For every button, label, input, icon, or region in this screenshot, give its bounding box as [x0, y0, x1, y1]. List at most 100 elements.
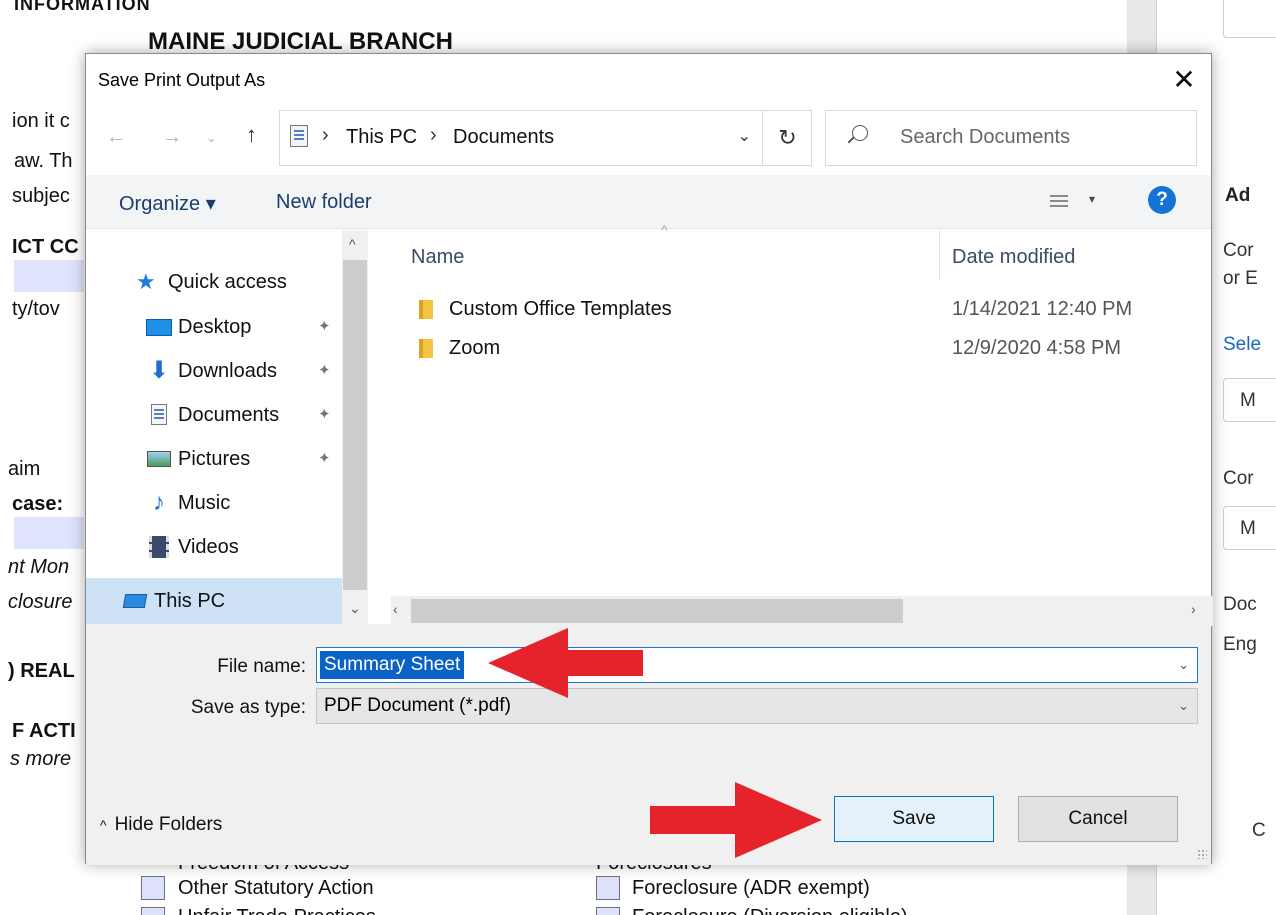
nav-item-downloads[interactable]: ⬇ Downloads — [146, 351, 277, 391]
bg-checkbox-label: Foreclosure (Diversion eligible) — [632, 906, 908, 915]
bg-checkbox[interactable] — [596, 907, 620, 915]
documents-icon — [290, 125, 308, 147]
bg-checkbox[interactable] — [141, 907, 165, 915]
nav-item-label: This PC — [154, 589, 226, 612]
up-arrow-icon[interactable]: ↑ — [246, 122, 257, 148]
search-icon — [852, 125, 868, 141]
nav-item-documents[interactable]: Documents — [146, 395, 279, 435]
bg-text-fragment: ion it c — [12, 110, 70, 132]
dialog-titlebar[interactable]: Save Print Output As ✕ — [86, 54, 1211, 106]
scroll-up-icon[interactable]: ^ — [349, 236, 356, 252]
nav-item-music[interactable]: ♪ Music — [146, 483, 230, 523]
file-row[interactable]: Custom Office Templates 1/14/2021 12:40 … — [391, 290, 1213, 330]
star-icon: ★ — [136, 269, 156, 294]
pin-icon[interactable]: ✦ — [318, 405, 331, 423]
hide-folders-label: Hide Folders — [114, 814, 223, 835]
scroll-right-icon[interactable]: › — [1191, 601, 1196, 617]
nav-item-label: Documents — [178, 403, 280, 426]
column-divider[interactable] — [939, 230, 940, 280]
cancel-button[interactable]: Cancel — [1018, 796, 1178, 842]
bg-checkbox-label: Foreclosure (ADR exempt) — [632, 877, 870, 899]
view-options-icon[interactable] — [1050, 193, 1068, 211]
right-panel-input[interactable] — [1223, 0, 1276, 38]
save-button[interactable]: Save — [834, 796, 994, 842]
right-panel-heading: Ad — [1225, 185, 1251, 206]
chevron-down-icon[interactable]: ⌄ — [1178, 698, 1189, 714]
nav-item-label: Desktop — [178, 315, 252, 338]
downloads-icon: ⬇ — [148, 357, 170, 384]
view-dropdown-icon[interactable]: ▾ — [1089, 192, 1095, 206]
nav-scrollbar-thumb[interactable] — [343, 260, 367, 590]
nav-item-pictures[interactable]: Pictures — [146, 439, 250, 479]
navigation-pane: ★ Quick access Desktop ✦ ⬇ Downloads ✦ D… — [86, 230, 391, 624]
bg-form-field — [14, 260, 84, 292]
nav-item-desktop[interactable]: Desktop — [146, 307, 251, 347]
nav-item-this-pc[interactable]: This PC — [122, 581, 225, 621]
pin-icon[interactable]: ✦ — [318, 317, 331, 335]
breadcrumb-separator-icon: › — [322, 124, 329, 146]
right-panel-text: Cor — [1223, 468, 1254, 489]
recent-locations-icon[interactable]: ⌄ — [206, 130, 217, 146]
breadcrumb-this-pc[interactable]: This PC — [346, 126, 417, 149]
bg-text-fragment: F ACTI — [12, 720, 76, 742]
save-type-select[interactable]: PDF Document (*.pdf) ⌄ — [316, 688, 1198, 724]
breadcrumb-separator-icon: › — [430, 124, 437, 146]
scroll-left-icon[interactable]: ‹ — [393, 601, 398, 617]
save-type-value: PDF Document (*.pdf) — [324, 695, 511, 716]
address-bar[interactable]: › This PC › Documents ⌄ — [279, 110, 812, 166]
file-name-value: Summary Sheet — [320, 651, 465, 679]
search-placeholder: Search Documents — [900, 126, 1071, 148]
breadcrumb-documents[interactable]: Documents — [453, 126, 554, 149]
pin-icon[interactable]: ✦ — [318, 361, 331, 379]
nav-item-label: Music — [178, 491, 231, 514]
right-panel-link[interactable]: Sele — [1223, 334, 1261, 356]
bg-checkbox-label: Other Statutory Action — [178, 877, 374, 899]
file-list-hscrollbar[interactable]: ‹ › — [391, 596, 1213, 626]
organize-button[interactable]: Organize ▾ — [119, 191, 216, 216]
search-box[interactable]: Search Documents — [825, 110, 1197, 166]
column-header-date-modified[interactable]: Date modified — [952, 246, 1075, 269]
forward-arrow-icon[interactable]: → — [162, 126, 182, 149]
close-button[interactable]: ✕ — [1157, 54, 1211, 104]
bg-text-fragment: nt Mon — [8, 556, 70, 578]
scroll-down-icon[interactable]: ⌄ — [349, 600, 361, 617]
back-arrow-icon[interactable]: ← — [106, 126, 126, 149]
right-panel-text: or E — [1223, 268, 1258, 289]
bg-checkbox[interactable] — [141, 876, 165, 900]
music-icon: ♪ — [153, 489, 165, 516]
file-date: 12/9/2020 4:58 PM — [952, 337, 1122, 359]
help-icon[interactable]: ? — [1148, 186, 1176, 214]
file-row[interactable]: Zoom 12/9/2020 4:58 PM — [391, 329, 1213, 369]
hscrollbar-thumb[interactable] — [411, 599, 903, 623]
bg-text-fragment: aim — [8, 458, 41, 480]
videos-icon — [146, 536, 172, 558]
bg-checkbox[interactable] — [596, 876, 620, 900]
right-panel-text: Doc — [1223, 594, 1257, 615]
file-date: 1/14/2021 12:40 PM — [952, 298, 1133, 320]
bg-text-fragment: closure — [8, 591, 73, 613]
right-panel-text: C — [1252, 820, 1266, 841]
computer-icon — [122, 590, 148, 612]
pin-icon[interactable]: ✦ — [318, 449, 331, 467]
annotation-arrow-right — [650, 782, 822, 858]
file-name: Custom Office Templates — [449, 298, 672, 320]
nav-item-label: Pictures — [178, 447, 251, 470]
file-name-label: File name: — [217, 656, 306, 677]
chevron-down-icon[interactable]: ⌄ — [1178, 657, 1189, 673]
save-type-label: Save as type: — [190, 697, 306, 718]
chevron-down-icon[interactable]: ⌄ — [738, 126, 751, 146]
nav-item-quick-access[interactable]: ★ Quick access — [136, 262, 287, 302]
hide-folders-button[interactable]: ^ Hide Folders — [100, 814, 222, 836]
file-name: Zoom — [449, 337, 501, 359]
resize-grip[interactable] — [1197, 849, 1207, 859]
column-header-name[interactable]: Name — [411, 246, 464, 269]
screen: INFORMATION MAINE JUDICIAL BRANCH ion it… — [0, 0, 1276, 915]
right-panel-text: Eng — [1223, 634, 1257, 655]
file-name-input[interactable]: Summary Sheet ⌄ — [316, 647, 1198, 683]
nav-item-videos[interactable]: Videos — [146, 527, 239, 567]
bg-heading-fragment: INFORMATION — [14, 0, 151, 14]
bg-checkbox-label: Unfair Trade Practices — [178, 906, 376, 915]
right-panel-select-value: M — [1240, 390, 1256, 411]
refresh-icon[interactable]: ↻ — [762, 110, 812, 166]
new-folder-button[interactable]: New folder — [276, 191, 372, 214]
